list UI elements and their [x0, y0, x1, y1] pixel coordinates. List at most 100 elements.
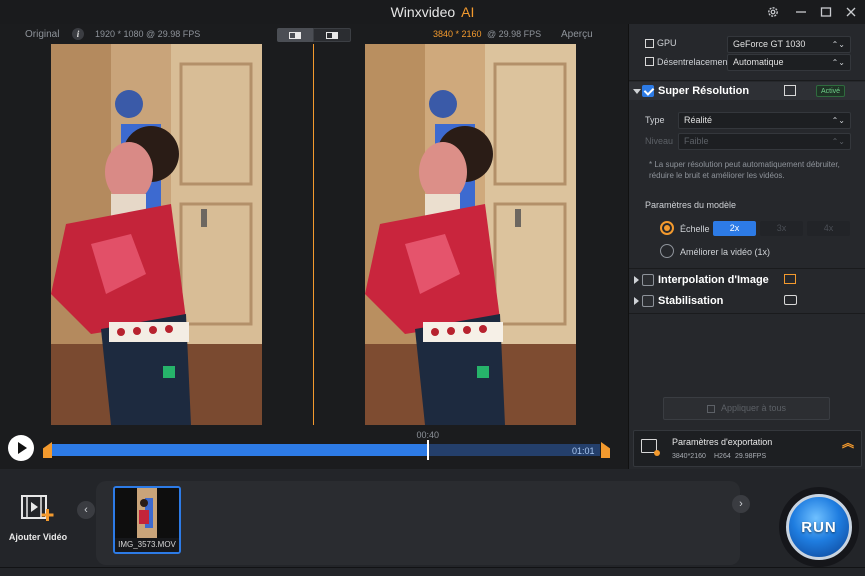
run-label: RUN — [801, 518, 837, 536]
chevron-left-icon[interactable]: ‹ — [77, 501, 95, 519]
end-time: 01:01 — [572, 446, 595, 456]
thumbnail-name: IMG_3573.MOV — [115, 538, 179, 552]
type-value: Réalité — [684, 115, 713, 125]
export-resolution: 3840*2160 — [672, 453, 706, 460]
chevron-updown-icon: ⌃⌄ — [831, 137, 845, 146]
model-params-label: Paramètres du modèle — [645, 200, 737, 210]
info-icon[interactable]: i — [72, 28, 84, 40]
minimize-icon[interactable] — [792, 4, 810, 20]
bottom-divider — [0, 567, 865, 568]
run-ring: RUN — [779, 487, 859, 567]
side-by-side-button[interactable] — [313, 28, 351, 42]
super-resolution-title: Super Résolution — [658, 85, 750, 97]
app-title-accent: AI — [461, 4, 475, 20]
preview-area: Original i 1920 * 1080 @ 29.98 FPS 3840 … — [0, 24, 628, 427]
maximize-icon[interactable] — [817, 4, 835, 20]
level-label: Niveau — [645, 136, 674, 146]
type-label: Type — [645, 115, 665, 125]
gpu-value: GeForce GT 1030 — [733, 39, 806, 49]
export-fps: 29.98FPS — [735, 453, 767, 460]
output-fps: @ 29.98 FPS — [487, 29, 542, 39]
deinterlace-value: Automatique — [733, 57, 784, 67]
add-video-icon — [21, 495, 54, 521]
enhance-row: Améliorer la vidéo (1x) — [629, 244, 865, 260]
super-resolution-header[interactable]: Super Résolution Activé — [629, 82, 865, 100]
timeline-progress — [52, 444, 429, 456]
playhead[interactable] — [427, 440, 430, 460]
divider — [629, 313, 865, 314]
compare-mode-toggle[interactable] — [277, 28, 351, 42]
app-title-text: Winxvideo — [390, 4, 456, 20]
play-button[interactable] — [8, 435, 34, 461]
original-video-image — [51, 44, 262, 425]
stabilization-checkbox[interactable] — [642, 295, 654, 307]
gpu-row: GPU GeForce GT 1030 ⌃⌄ — [629, 36, 865, 54]
resize-icon — [784, 85, 796, 96]
chevron-updown-icon: ⌃⌄ — [831, 116, 845, 125]
title-bar: Winxvideo AI — [0, 0, 865, 24]
type-select[interactable]: Réalité ⌃⌄ — [678, 112, 851, 129]
gpu-label: GPU — [657, 38, 677, 48]
apply-all-button[interactable]: Appliquer à tous — [663, 397, 830, 420]
preview-video-image — [365, 44, 576, 425]
chevron-updown-icon: ⌃⌄ — [831, 40, 845, 49]
level-value: Faible — [684, 136, 709, 146]
type-row: Type Réalité ⌃⌄ — [629, 112, 865, 129]
preview-header: Original i 1920 * 1080 @ 29.98 FPS 3840 … — [0, 24, 628, 44]
side-by-side-icon — [326, 31, 338, 39]
gear-icon[interactable] — [764, 4, 782, 20]
split-view-button[interactable] — [277, 28, 313, 42]
video-thumbnail[interactable]: IMG_3573.MOV — [113, 486, 181, 554]
export-gear-icon — [654, 450, 660, 456]
deinterlace-select[interactable]: Automatique ⌃⌄ — [727, 54, 851, 71]
run-button[interactable]: RUN — [786, 494, 852, 560]
scale-row: Échelle 2x 3x 4x — [629, 221, 865, 237]
trim-start-handle[interactable] — [43, 442, 52, 458]
add-video-button[interactable]: Ajouter Vidéo — [6, 493, 70, 542]
scale-4x-button[interactable]: 4x — [807, 221, 850, 236]
level-row: Niveau Faible ⌃⌄ — [629, 133, 865, 150]
apply-all-label: Appliquer à tous — [720, 403, 787, 413]
export-title: Paramètres d'exportation — [672, 437, 773, 447]
scale-label: Échelle — [680, 224, 710, 234]
scale-3x-button[interactable]: 3x — [760, 221, 803, 236]
add-video-label: Ajouter Vidéo — [8, 532, 68, 542]
double-chevron-up-icon[interactable]: ︽ — [842, 437, 854, 449]
stabilization-title: Stabilisation — [658, 295, 724, 307]
interpolation-checkbox[interactable] — [642, 274, 654, 286]
chevron-right-icon[interactable]: › — [732, 495, 750, 513]
original-info: 1920 * 1080 @ 29.98 FPS — [95, 29, 201, 39]
stabilization-header[interactable]: Stabilisation — [629, 292, 865, 310]
original-video-frame — [51, 44, 262, 425]
close-icon[interactable] — [842, 4, 860, 20]
enhance-label: Améliorer la vidéo (1x) — [680, 247, 771, 257]
export-settings-button[interactable]: Paramètres d'exportation 3840*2160 H264 … — [633, 430, 862, 467]
current-time: 00:40 — [416, 430, 439, 440]
interpolation-header[interactable]: Interpolation d'Image — [629, 271, 865, 289]
status-badge: Activé — [816, 85, 846, 97]
compare-divider[interactable] — [313, 44, 314, 425]
output-resolution: 3840 * 2160 — [433, 29, 482, 39]
bottom-strip: Ajouter Vidéo ‹ IMG_3573.MOV › RUN — [0, 469, 865, 576]
camera-icon — [784, 295, 797, 305]
scale-radio[interactable] — [660, 221, 674, 235]
original-label: Original — [25, 29, 60, 40]
expand-down-icon[interactable] — [633, 89, 641, 94]
enhance-radio[interactable] — [660, 244, 674, 258]
export-codec: H264 — [714, 453, 731, 460]
gpu-select[interactable]: GeForce GT 1030 ⌃⌄ — [727, 36, 851, 53]
settings-panel: GPU GeForce GT 1030 ⌃⌄ Désentrelacement A… — [628, 24, 865, 469]
expand-right-icon[interactable] — [634, 276, 639, 284]
divider — [629, 80, 865, 81]
trim-end-handle[interactable] — [601, 442, 610, 458]
trash-icon — [706, 404, 715, 413]
expand-right-icon[interactable] — [634, 297, 639, 305]
interpolation-title: Interpolation d'Image — [658, 274, 769, 286]
frame-interpolation-icon — [784, 274, 796, 284]
deinterlace-row: Désentrelacement Automatique ⌃⌄ — [629, 54, 865, 72]
divider — [629, 268, 865, 269]
level-select: Faible ⌃⌄ — [678, 133, 851, 150]
super-resolution-checkbox[interactable] — [642, 85, 654, 97]
timeline-track[interactable] — [52, 444, 600, 456]
scale-2x-button[interactable]: 2x — [713, 221, 756, 236]
